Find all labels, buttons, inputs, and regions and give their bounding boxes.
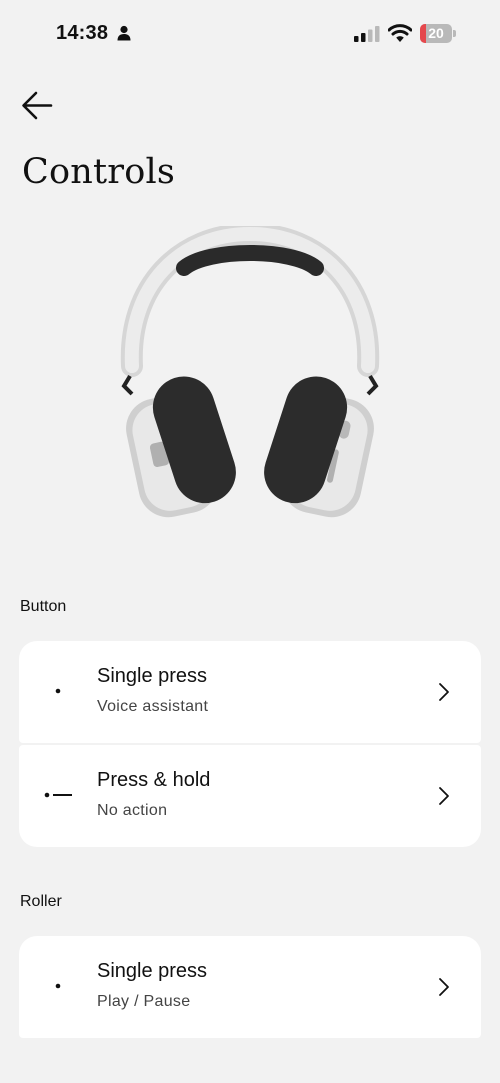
- page-title: Controls: [22, 152, 176, 192]
- wifi-icon: [388, 24, 412, 42]
- row-subtitle: Voice assistant: [97, 698, 209, 715]
- control-row-roller-single-press[interactable]: Single press Play / Pause: [19, 936, 481, 1038]
- status-time: 14:38: [56, 22, 109, 44]
- row-title: Single press: [97, 960, 208, 982]
- battery-level: 20: [428, 25, 444, 41]
- dot-icon: [55, 983, 61, 989]
- back-button[interactable]: [14, 82, 62, 130]
- dot-icon: [55, 688, 61, 694]
- control-row-press-hold[interactable]: Press & hold No action: [19, 745, 481, 847]
- dot-dash-icon: [44, 792, 72, 798]
- row-subtitle: No action: [97, 802, 168, 819]
- row-title: Single press: [97, 665, 208, 687]
- signal-icon: [354, 26, 380, 42]
- control-row-single-press[interactable]: Single press Voice assistant: [19, 641, 481, 743]
- row-title: Press & hold: [97, 769, 211, 791]
- section-label-button: Button: [20, 598, 67, 615]
- section-label-roller: Roller: [20, 893, 62, 910]
- chevron-right-icon: [439, 787, 449, 805]
- chevron-right-icon: [439, 978, 449, 996]
- battery-icon: 20: [420, 24, 456, 43]
- status-bar: 14:38 20: [0, 0, 500, 68]
- person-icon: [117, 25, 131, 41]
- row-subtitle: Play / Pause: [97, 993, 191, 1010]
- headphones-image: [120, 226, 380, 518]
- chevron-right-icon: [439, 683, 449, 701]
- arrow-left-icon: [22, 91, 53, 120]
